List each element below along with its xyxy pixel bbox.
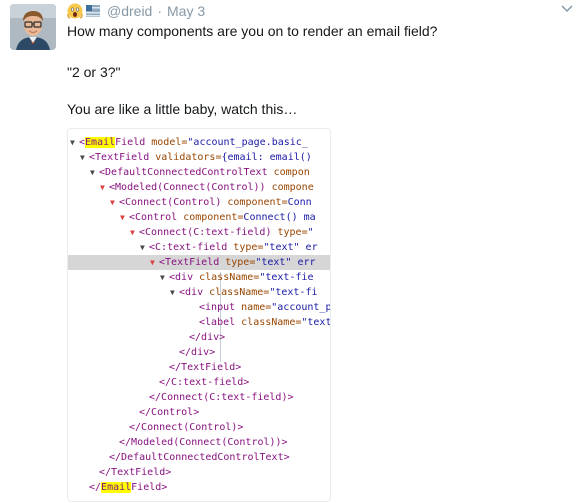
tweet-text-line: "2 or 3?": [67, 64, 121, 80]
attribute-name: validators=: [149, 152, 222, 163]
code-line[interactable]: </div>: [68, 345, 330, 360]
attribute-value: "text-fi: [269, 287, 318, 298]
tag-name: Connect(C:text-field)>: [161, 392, 294, 403]
tweet-header: @dreid · May 3: [67, 2, 205, 20]
tag-name: TextField: [95, 152, 150, 163]
tag-name: DefaultConnectedControlText: [105, 167, 268, 178]
expand-triangle-icon[interactable]: ▼: [160, 270, 169, 285]
tag-name: TextField: [165, 257, 220, 268]
attribute-name: type=: [227, 242, 264, 253]
attribute-name: component=: [221, 197, 288, 208]
attribute-value: ": [307, 227, 314, 238]
search-highlight: Email: [101, 482, 132, 493]
expand-triangle-icon[interactable]: ▼: [110, 195, 119, 210]
tweet-menu-button[interactable]: [556, 0, 578, 18]
tag-name: TextField>: [181, 362, 242, 373]
tag-name: Field: [115, 137, 146, 148]
expand-triangle-icon[interactable]: ▼: [70, 135, 79, 150]
tag-name: Field>: [131, 482, 168, 493]
flag-icon: [85, 3, 101, 19]
tag-name: label: [205, 317, 236, 328]
expand-triangle-icon[interactable]: ▼: [130, 225, 139, 240]
attribute-name: className=: [203, 287, 270, 298]
attribute-name: name=: [235, 302, 272, 313]
code-line[interactable]: </C:text-field>: [68, 375, 330, 390]
code-line[interactable]: ▼ <div className="text-fi: [68, 285, 330, 300]
attribute-value: {email: email(): [221, 152, 312, 163]
code-line[interactable]: </Connect(Control)>: [68, 420, 330, 435]
code-line[interactable]: ▼ <Modeled(Connect(Control)) compone: [68, 180, 330, 195]
tag-name: div>: [191, 347, 216, 358]
code-line[interactable]: </EmailField>: [68, 480, 330, 495]
tweet-date[interactable]: May 3: [167, 3, 205, 19]
attribute-name: component=: [177, 212, 244, 223]
code-line[interactable]: </TextField>: [68, 465, 330, 480]
code-line[interactable]: <input name="account_p: [68, 300, 330, 315]
expand-triangle-icon[interactable]: ▼: [80, 150, 89, 165]
attribute-value: "account_page.basic_: [187, 137, 308, 148]
avatar[interactable]: [10, 4, 56, 50]
code-line[interactable]: </Modeled(Connect(Control))>: [68, 435, 330, 450]
code-line[interactable]: ▼ <Control component=Connect() ma: [68, 210, 330, 225]
code-line[interactable]: ▼ <TextField validators={email: email(): [68, 150, 330, 165]
attribute-value: "text-fie: [259, 272, 314, 283]
tag-name: input: [205, 302, 236, 313]
code-line[interactable]: <label className="text: [68, 315, 330, 330]
tag-name: Modeled(Connect(Control)): [115, 182, 266, 193]
tag-name: div: [185, 287, 204, 298]
attribute-name: compone: [265, 182, 314, 193]
code-line[interactable]: </Connect(C:text-field)>: [68, 390, 330, 405]
attribute-name: className=: [193, 272, 260, 283]
tag-name: Connect(Control)>: [141, 422, 244, 433]
code-line[interactable]: ▼ <Connect(Control) component=Conn: [68, 195, 330, 210]
tag-name: C:text-field: [155, 242, 228, 253]
tag-name: Modeled(Connect(Control))>: [131, 437, 288, 448]
code-line[interactable]: ▼ <C:text-field type="text" er: [68, 240, 330, 255]
code-line[interactable]: ▼ <TextField type="text" err: [68, 255, 330, 270]
expand-triangle-icon[interactable]: ▼: [140, 240, 149, 255]
code-line[interactable]: </Control>: [68, 405, 330, 420]
tag-name: DefaultConnectedControlText>: [121, 452, 290, 463]
search-highlight: Email: [85, 137, 116, 148]
attribute-value: "text: [301, 317, 331, 328]
attribute-name: type=: [271, 227, 308, 238]
screaming-face-icon: [67, 3, 83, 19]
tag-name: Control>: [151, 407, 200, 418]
expand-triangle-icon[interactable]: ▼: [150, 255, 159, 270]
tweet-text-line: How many components are you on to render…: [67, 23, 438, 39]
expand-triangle-icon[interactable]: ▼: [90, 165, 99, 180]
tweet-text-line: You are like a little baby, watch this…: [67, 101, 298, 117]
tag-name: C:text-field>: [171, 377, 250, 388]
attribute-value: "text" err: [255, 257, 316, 268]
chevron-down-icon: [561, 5, 573, 13]
code-screenshot[interactable]: ▼ <EmailField model="account_page.basic_ ▼…: [67, 128, 331, 502]
code-line[interactable]: ▼ <EmailField model="account_page.basic_: [68, 135, 330, 150]
expand-triangle-icon[interactable]: ▼: [100, 180, 109, 195]
separator: ·: [157, 3, 163, 19]
attribute-name: type=: [219, 257, 256, 268]
attribute-name: className=: [235, 317, 302, 328]
code-line[interactable]: ▼ <Connect(C:text-field) type=": [68, 225, 330, 240]
tag-name: Connect(C:text-field): [145, 227, 272, 238]
code-line[interactable]: </DefaultConnectedControlText>: [68, 450, 330, 465]
attribute-name: compon: [267, 167, 310, 178]
attribute-value: Conn: [287, 197, 312, 208]
attribute-name: model=: [145, 137, 188, 148]
tag-name: div>: [201, 332, 226, 343]
code-line[interactable]: </TextField>: [68, 360, 330, 375]
tag-name: Connect(Control): [125, 197, 222, 208]
user-handle[interactable]: @dreid: [107, 3, 152, 19]
tag-name: Control: [135, 212, 178, 223]
attribute-value: "text" er: [263, 242, 318, 253]
avatar-photo: [10, 4, 56, 50]
code-line[interactable]: </div>: [68, 330, 330, 345]
tag-name: div: [175, 272, 194, 283]
attribute-value: Connect() ma: [243, 212, 316, 223]
code-line[interactable]: ▼ <DefaultConnectedControlText compon: [68, 165, 330, 180]
expand-triangle-icon[interactable]: ▼: [170, 285, 179, 300]
tag-name: TextField>: [111, 467, 172, 478]
attribute-value: "account_p: [271, 302, 331, 313]
expand-triangle-icon[interactable]: ▼: [120, 210, 129, 225]
code-line[interactable]: ▼ <div className="text-fie: [68, 270, 330, 285]
